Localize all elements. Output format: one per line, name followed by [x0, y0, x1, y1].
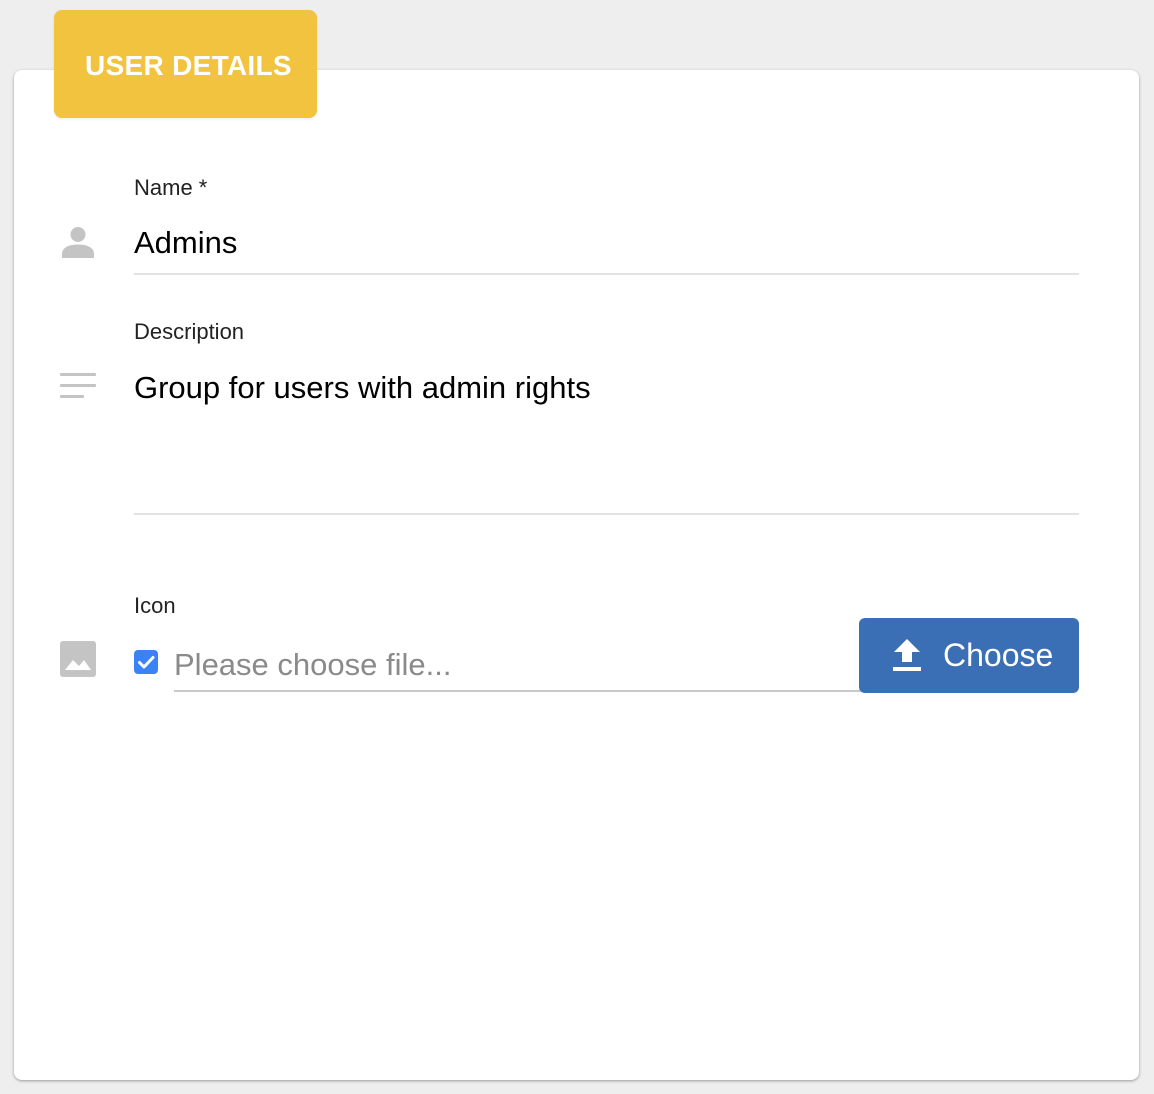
choose-file-button[interactable]: Choose [859, 618, 1079, 693]
name-field-underline [134, 273, 1079, 275]
person-icon [62, 227, 94, 258]
icon-checkbox[interactable] [134, 650, 158, 674]
notes-icon [60, 373, 96, 398]
checkmark-icon [138, 656, 155, 669]
file-path-input[interactable] [174, 640, 864, 692]
description-field-underline [134, 513, 1079, 515]
upload-icon [893, 639, 921, 671]
user-details-card [14, 70, 1139, 1080]
icon-label: Icon [134, 593, 176, 618]
image-icon [60, 641, 96, 677]
section-title: USER DETAILS [54, 10, 317, 118]
name-field[interactable]: Admins [134, 225, 237, 261]
choose-button-label: Choose [943, 637, 1054, 673]
description-label: Description [134, 319, 245, 344]
description-field[interactable]: Group for users with admin rights [134, 370, 591, 406]
name-label: Name * [134, 175, 208, 200]
